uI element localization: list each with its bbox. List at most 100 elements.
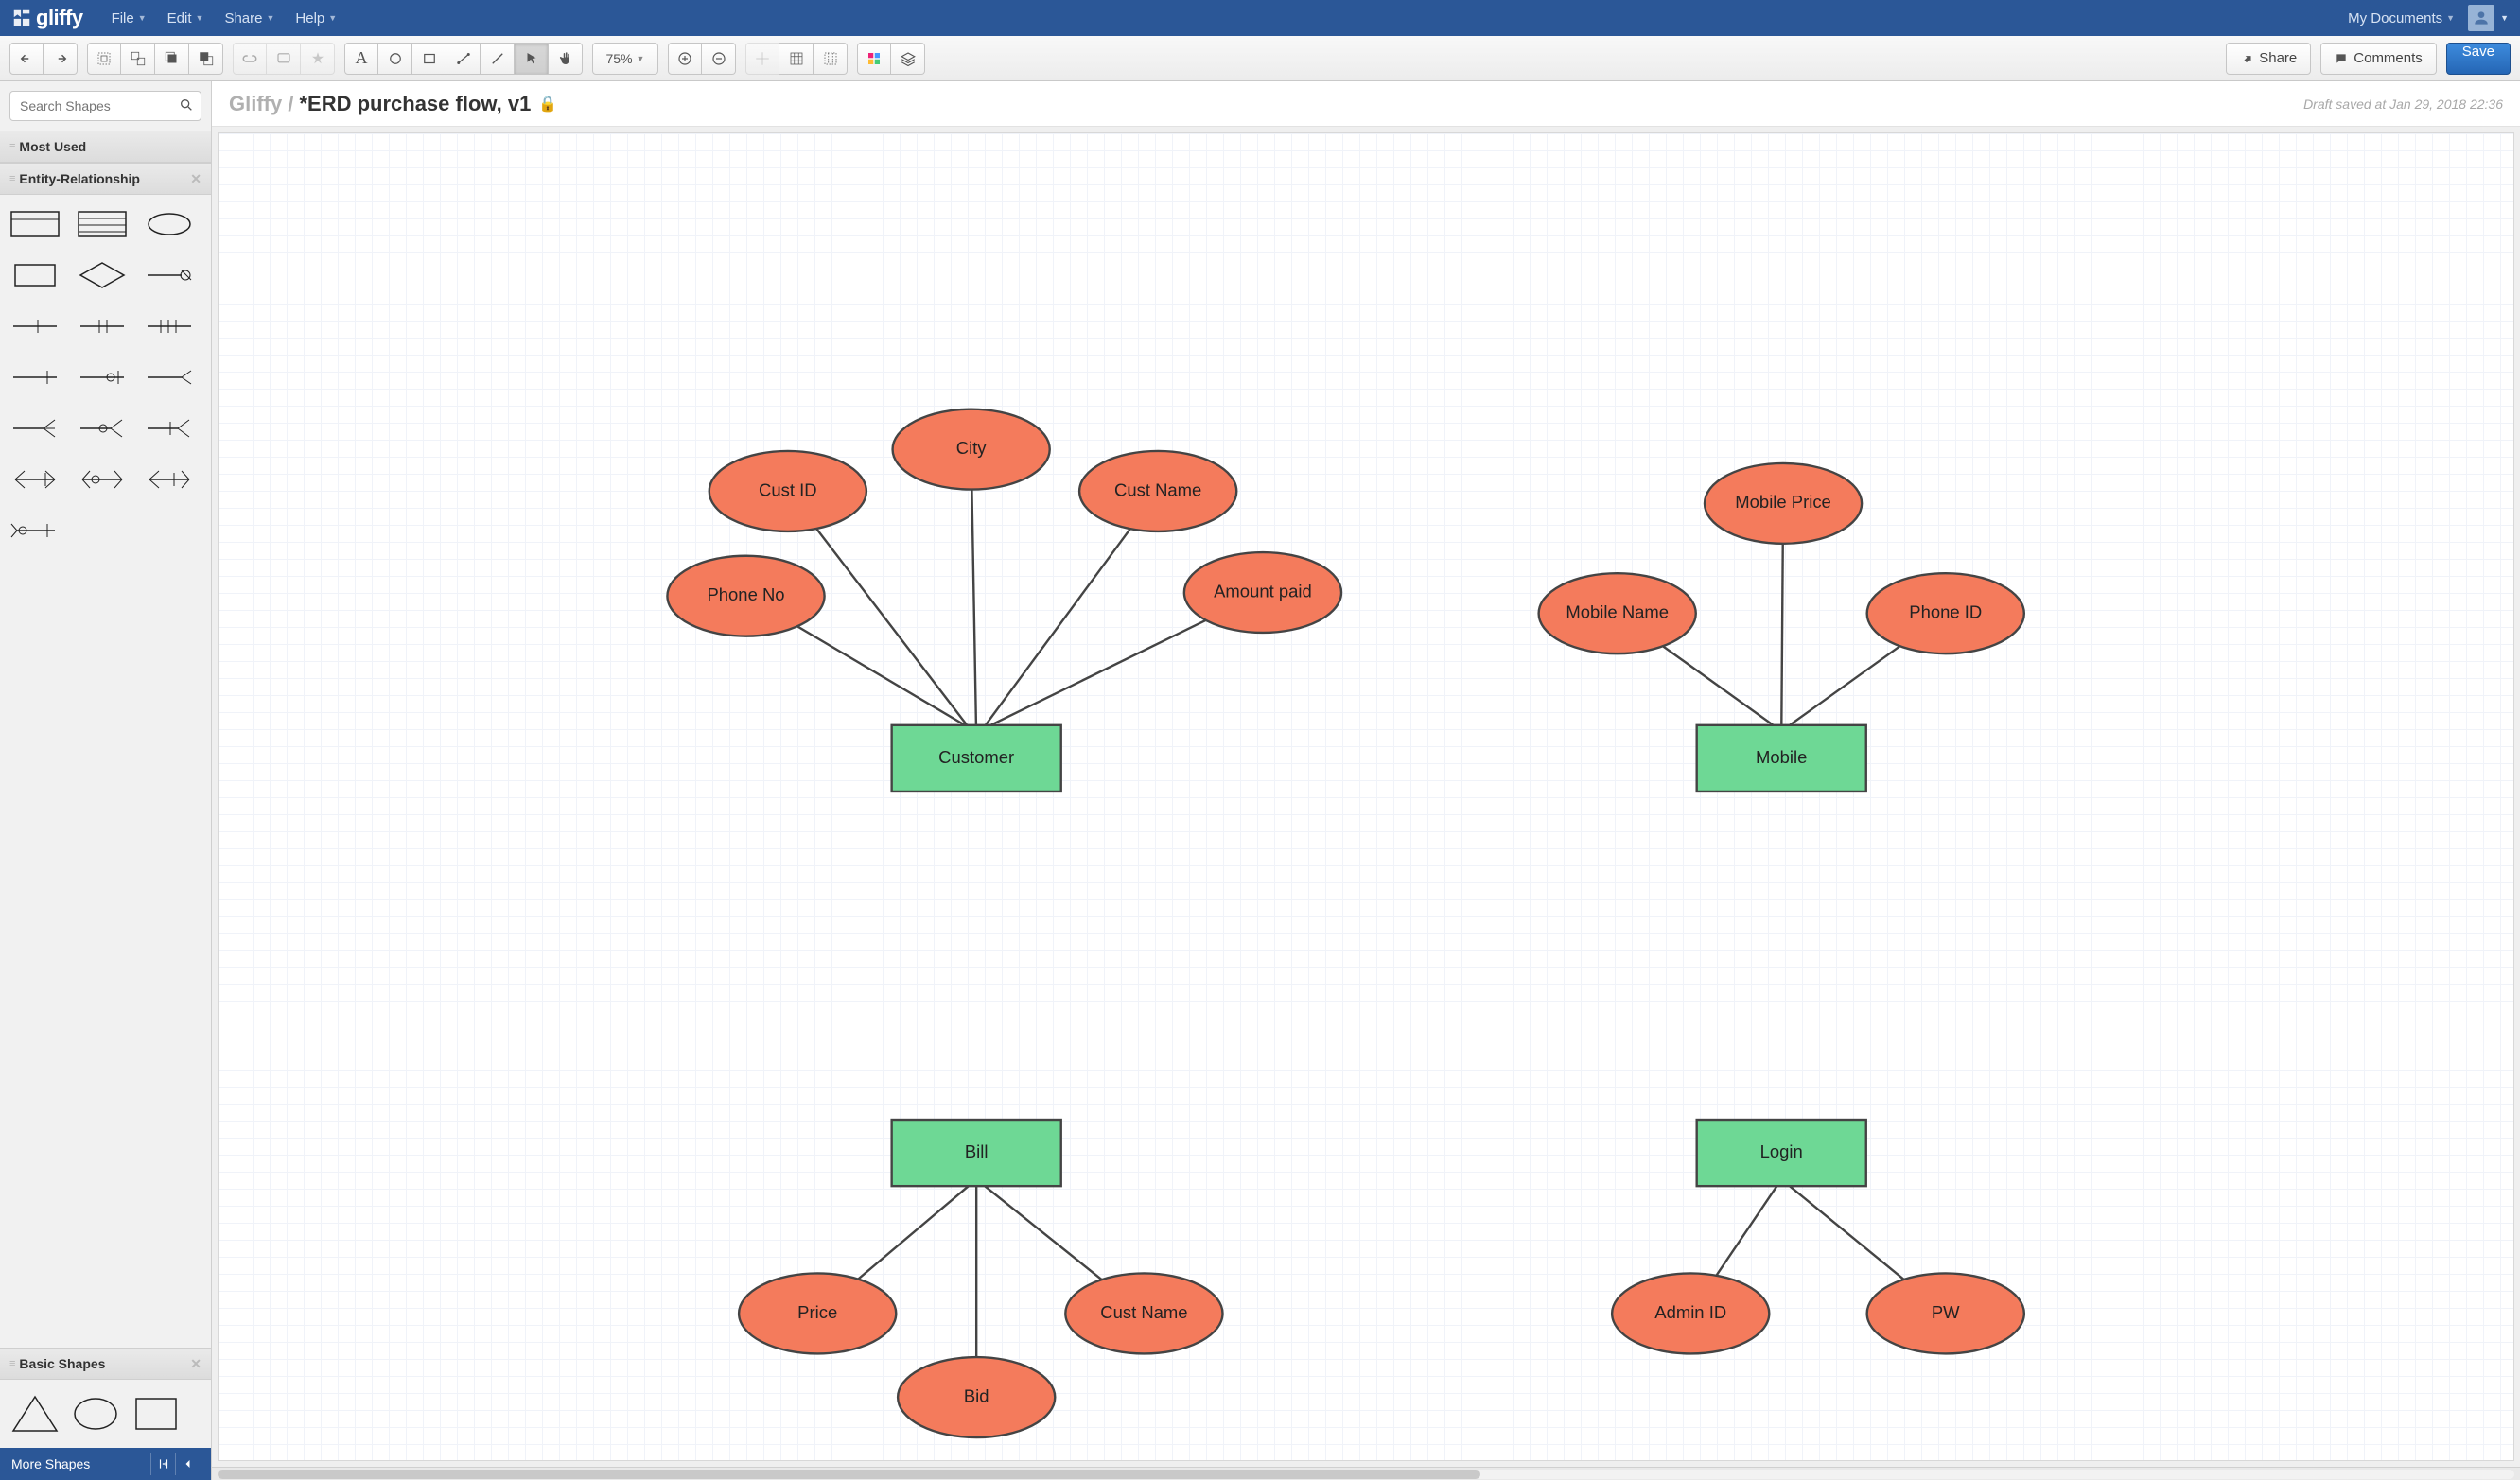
menu-share[interactable]: Share▼ — [224, 10, 274, 26]
shape-attribute[interactable] — [144, 208, 195, 240]
ungroup-button[interactable] — [121, 43, 155, 75]
svg-text:Cust ID: Cust ID — [759, 479, 817, 499]
snap-button — [745, 43, 779, 75]
popup-button — [301, 43, 335, 75]
canvas[interactable]: Phone NoCust IDCityCust NameAmount paidC… — [218, 132, 2514, 1461]
send-back-button[interactable] — [189, 43, 223, 75]
logo-icon — [11, 8, 32, 28]
close-icon[interactable]: ✕ — [190, 171, 201, 187]
shape-crow-9[interactable] — [144, 412, 195, 444]
shape-circle[interactable] — [70, 1393, 121, 1435]
shape-crow-5[interactable] — [77, 361, 128, 393]
my-documents-link[interactable]: My Documents▼ — [2348, 10, 2455, 26]
toolbar: A 75%▼ Share Comments Save — [0, 36, 2520, 81]
shape-relationship[interactable] — [77, 259, 128, 291]
shape-square[interactable] — [131, 1393, 182, 1435]
chevron-down-icon: ▼ — [328, 13, 337, 23]
shape-crow-13[interactable] — [9, 514, 61, 547]
save-button[interactable]: Save — [2446, 43, 2511, 75]
menu-help[interactable]: Help▼ — [295, 10, 337, 26]
lock-icon[interactable]: 🔒 — [538, 95, 557, 113]
pointer-tool[interactable] — [515, 43, 549, 75]
svg-text:Cust Name: Cust Name — [1100, 1302, 1187, 1322]
collapse-sidebar-icon[interactable] — [150, 1453, 175, 1475]
search-shapes — [9, 91, 201, 121]
chevron-left-icon[interactable] — [175, 1453, 200, 1475]
draft-status: Draft saved at Jan 29, 2018 22:36 — [2303, 96, 2503, 112]
search-icon[interactable] — [179, 97, 194, 115]
link-button — [233, 43, 267, 75]
ellipse-tool[interactable] — [378, 43, 412, 75]
logo-text: gliffy — [36, 6, 83, 30]
document-title[interactable]: *ERD purchase flow, v1 — [299, 92, 531, 116]
shape-crow-7[interactable] — [9, 412, 61, 444]
chevron-down-icon: ▼ — [2446, 13, 2455, 23]
zoom-out-button[interactable] — [702, 43, 736, 75]
search-input[interactable] — [9, 91, 201, 121]
chevron-down-icon: ▼ — [138, 13, 147, 23]
svg-text:Login: Login — [1760, 1141, 1803, 1161]
group-button[interactable] — [87, 43, 121, 75]
shape-entity[interactable] — [9, 208, 61, 240]
text-tool[interactable]: A — [344, 43, 378, 75]
svg-text:Amount paid: Amount paid — [1214, 581, 1312, 601]
layers-button[interactable] — [891, 43, 925, 75]
logo: gliffy — [11, 6, 83, 30]
svg-text:Cust Name: Cust Name — [1114, 479, 1201, 499]
svg-text:Mobile Price: Mobile Price — [1735, 492, 1831, 512]
zoom-in-button[interactable] — [668, 43, 702, 75]
menubar: gliffy File▼ Edit▼ Share▼ Help▼ My Docum… — [0, 0, 2520, 36]
section-most-used[interactable]: ≡ Most Used — [0, 131, 211, 163]
svg-text:City: City — [956, 438, 988, 458]
svg-text:PW: PW — [1932, 1302, 1960, 1322]
svg-text:Price: Price — [797, 1302, 837, 1322]
section-basic-shapes[interactable]: ≡ Basic Shapes ✕ — [0, 1348, 211, 1380]
shape-crow-1[interactable] — [9, 310, 61, 342]
shape-crow-2[interactable] — [77, 310, 128, 342]
undo-button[interactable] — [9, 43, 44, 75]
shape-triangle[interactable] — [9, 1393, 61, 1435]
shape-crow-11[interactable] — [77, 463, 128, 496]
zoom-level[interactable]: 75%▼ — [592, 43, 658, 75]
theme-button[interactable] — [857, 43, 891, 75]
svg-text:Mobile: Mobile — [1756, 747, 1807, 767]
grip-icon: ≡ — [9, 173, 13, 184]
shape-crow-12[interactable] — [144, 463, 195, 496]
menu-edit[interactable]: Edit▼ — [167, 10, 204, 26]
svg-text:Admin ID: Admin ID — [1654, 1302, 1726, 1322]
share-button[interactable]: Share — [2226, 43, 2311, 75]
menu-file[interactable]: File▼ — [112, 10, 147, 26]
connector-tool[interactable] — [446, 43, 481, 75]
shape-crow-6[interactable] — [144, 361, 195, 393]
grid-button[interactable] — [779, 43, 814, 75]
more-shapes-link[interactable]: More Shapes — [11, 1456, 90, 1471]
section-entity-relationship[interactable]: ≡ Entity-Relationship ✕ — [0, 163, 211, 195]
guides-button[interactable] — [814, 43, 848, 75]
er-palette — [0, 195, 211, 1348]
close-icon[interactable]: ✕ — [190, 1356, 201, 1372]
line-tool[interactable] — [481, 43, 515, 75]
rect-tool[interactable] — [412, 43, 446, 75]
breadcrumb[interactable]: Gliffy / — [229, 92, 293, 116]
shape-crow-4[interactable] — [9, 361, 61, 393]
horizontal-scrollbar[interactable] — [212, 1467, 2520, 1480]
pan-tool[interactable] — [549, 43, 583, 75]
shape-line-c1[interactable] — [144, 259, 195, 291]
shape-crow-8[interactable] — [77, 412, 128, 444]
shape-rect[interactable] — [9, 259, 61, 291]
comments-button[interactable]: Comments — [2320, 43, 2437, 75]
chevron-down-icon: ▼ — [196, 13, 204, 23]
chevron-down-icon[interactable]: ▼ — [2500, 13, 2509, 23]
svg-text:Bill: Bill — [965, 1141, 989, 1161]
grip-icon: ≡ — [9, 141, 13, 152]
chevron-down-icon: ▼ — [266, 13, 274, 23]
sidebar: ≡ Most Used ≡ Entity-Relationship ✕ — [0, 81, 212, 1480]
svg-text:Bid: Bid — [964, 1385, 989, 1405]
shape-entity-rows[interactable] — [77, 208, 128, 240]
scrollbar-thumb[interactable] — [218, 1470, 1480, 1479]
bring-front-button[interactable] — [155, 43, 189, 75]
shape-crow-3[interactable] — [144, 310, 195, 342]
shape-crow-10[interactable] — [9, 463, 61, 496]
redo-button[interactable] — [44, 43, 78, 75]
avatar[interactable] — [2468, 5, 2494, 31]
